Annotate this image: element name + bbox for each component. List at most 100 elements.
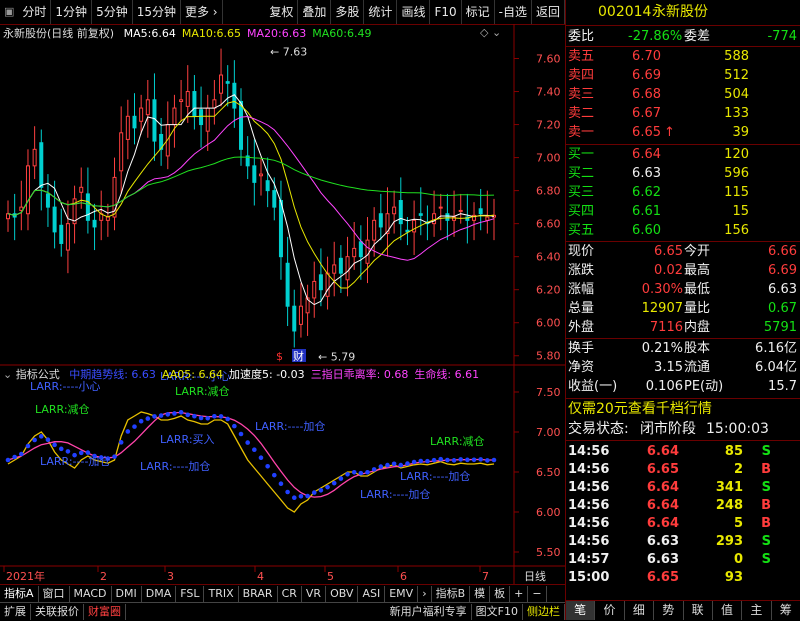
promo-text[interactable]: 仅需20元查看千档行情 (568, 400, 712, 418)
stat-value: 0.02 (654, 263, 683, 278)
indicator-tab-16[interactable]: 板 (490, 585, 511, 602)
signal-annotation: LARR:减仓 (175, 384, 230, 398)
y-tick-label: 6.40 (536, 251, 561, 264)
promo-link[interactable]: 仅需20元查看千档行情 (566, 400, 800, 418)
tick-side: B (761, 462, 771, 477)
period-tab-4[interactable]: 更多 › (181, 0, 223, 24)
tool-button-1[interactable]: 叠加 (298, 0, 332, 24)
tool-button-6[interactable]: 标记 (462, 0, 495, 24)
indicator-tab-11[interactable]: ASI (358, 585, 386, 602)
buy-level-1[interactable]: 买一 6.64 120 (566, 146, 800, 164)
stat-label: 换手 (568, 341, 595, 356)
candle-body (139, 107, 144, 122)
chart-area[interactable]: 7.60 7.40 7.20 7.00 6.80 6.60 6.40 6.20 6.00 5.80… (0, 24, 565, 584)
indicator-tab-10[interactable]: OBV (326, 585, 359, 602)
trend-dot (358, 470, 364, 476)
indicator-tab-4[interactable]: DMA (142, 585, 177, 602)
period-tab-0[interactable]: 分时 (18, 0, 52, 24)
x-tick-label: 2021年 (6, 569, 45, 583)
indicator-tab-17[interactable]: + (510, 585, 529, 602)
indicator-menu-icon[interactable]: ⌄ (3, 368, 12, 381)
trend-dot (38, 434, 44, 439)
quote-tab-4[interactable]: 联 (683, 601, 713, 620)
tool-button-4[interactable]: 画线 (397, 0, 431, 24)
side-tab-0[interactable]: 新用户福利专享 (386, 604, 472, 620)
indicator-tab-9[interactable]: VR (302, 585, 327, 602)
y-tick-label: 7.00 (536, 152, 561, 165)
side-tab-2[interactable]: 侧边栏 (523, 604, 565, 620)
tick-volume: 293 (715, 534, 743, 549)
stat-value: 0.67 (768, 301, 797, 316)
indicator-tab-7[interactable]: BRAR (239, 585, 278, 602)
side-tab-1[interactable]: 图文F10 (472, 604, 523, 620)
tick-price: 6.64 (646, 444, 679, 459)
trend-dot (465, 457, 470, 463)
trend-dot (411, 459, 417, 465)
quote-tab-6[interactable]: 主 (742, 601, 772, 620)
indicator-tab-1[interactable]: 窗口 (39, 585, 70, 602)
sell-level-4[interactable]: 卖四 6.69 512 (566, 67, 800, 85)
indicator-tab-5[interactable]: FSL (176, 585, 205, 602)
quote-tab-0[interactable]: 笔 (566, 601, 596, 620)
tool-button-3[interactable]: 统计 (364, 0, 398, 24)
tick-price: 6.64 (646, 498, 679, 513)
finance-marker-label: 财 (293, 349, 304, 363)
indicator-tab-13[interactable]: › (418, 585, 432, 602)
indicator-tab-14[interactable]: 指标B (432, 585, 471, 602)
quote-tab-7[interactable]: 筹 (771, 601, 800, 620)
period-tab-1[interactable]: 1分钟 (51, 0, 93, 24)
indicator-tab-0[interactable]: 指标A (0, 585, 39, 602)
indicator-title: 指标公式 (15, 368, 60, 381)
indicator-legend-4: 生命线: 6.61 (414, 368, 479, 381)
trend-dot (265, 463, 270, 469)
indicator-tab-18[interactable]: − (528, 585, 547, 602)
trend-dot (311, 490, 317, 495)
sell-level-3[interactable]: 卖三 6.68 504 (566, 86, 800, 104)
weibi-value: -27.86% (628, 29, 683, 44)
tool-button-8[interactable]: 返回 (532, 0, 565, 24)
trend-dot (345, 471, 350, 477)
level-price: 6.65 (632, 125, 661, 140)
sell-level-2[interactable]: 卖二 6.67 133 (566, 105, 800, 123)
buy-level-4[interactable]: 买四 6.61 15 (566, 203, 800, 221)
quote-tab-2[interactable]: 细 (624, 601, 655, 620)
candle-body (119, 132, 124, 172)
tool-button-5[interactable]: F10 (430, 0, 462, 24)
stat-label: 内盘 (684, 320, 711, 335)
sell-level-5[interactable]: 卖五 6.70 588 (566, 48, 800, 66)
quote-tab-3[interactable]: 势 (654, 601, 684, 620)
sell-level-1[interactable]: 卖一 6.65 ↑ 39 (566, 124, 800, 142)
indicator-label: 加速度5: (229, 368, 273, 381)
period-tab-2[interactable]: 5分钟 (92, 0, 133, 24)
tool-button-2[interactable]: 多股 (331, 0, 365, 24)
level-label: 买四 (568, 204, 595, 219)
indicator-tab-8[interactable]: CR (278, 585, 302, 602)
tool-button-0[interactable]: 复权 (265, 0, 299, 24)
quote-tab-1[interactable]: 价 (595, 601, 625, 620)
indicator-tab-2[interactable]: MACD (70, 585, 112, 602)
ext-tab-2[interactable]: 财富圈 (84, 604, 126, 620)
trend-dot (425, 458, 430, 464)
signal-annotation: LARR:----加仓 (255, 419, 325, 433)
period-tab-3[interactable]: 15分钟 (133, 0, 181, 24)
ext-tab-0[interactable]: 扩展 (0, 604, 31, 620)
indicator-tab-12[interactable]: EMV (385, 585, 419, 602)
trend-dot (331, 480, 337, 486)
candle-body (458, 209, 463, 212)
tick-price: 6.63 (646, 552, 679, 567)
ext-tab-1[interactable]: 关联报价 (31, 604, 84, 620)
collapse-icon[interactable]: ▣ (0, 0, 18, 24)
indicator-tab-15[interactable]: 模 (470, 585, 491, 602)
indicator-tab-6[interactable]: TRIX (204, 585, 239, 602)
tool-button-7[interactable]: -自选 (495, 0, 532, 24)
candle-body (412, 219, 417, 233)
top-toolbar: ▣ 分时 1分钟 5分钟 15分钟 更多 › 复权 叠加 多股 统计 画线 F10 标记 -自选 返回 (0, 0, 565, 25)
indicator-tab-3[interactable]: DMI (112, 585, 142, 602)
quote-tab-5[interactable]: 值 (712, 601, 743, 620)
buy-level-5[interactable]: 买五 6.60 156 (566, 222, 800, 240)
buy-level-2[interactable]: 买二 6.63 596 (566, 165, 800, 183)
candle-body (438, 206, 443, 209)
buy-level-3[interactable]: 买三 6.62 115 (566, 184, 800, 202)
indicator-label: AA05: (161, 368, 195, 381)
stat-value: 6.66 (768, 244, 797, 259)
